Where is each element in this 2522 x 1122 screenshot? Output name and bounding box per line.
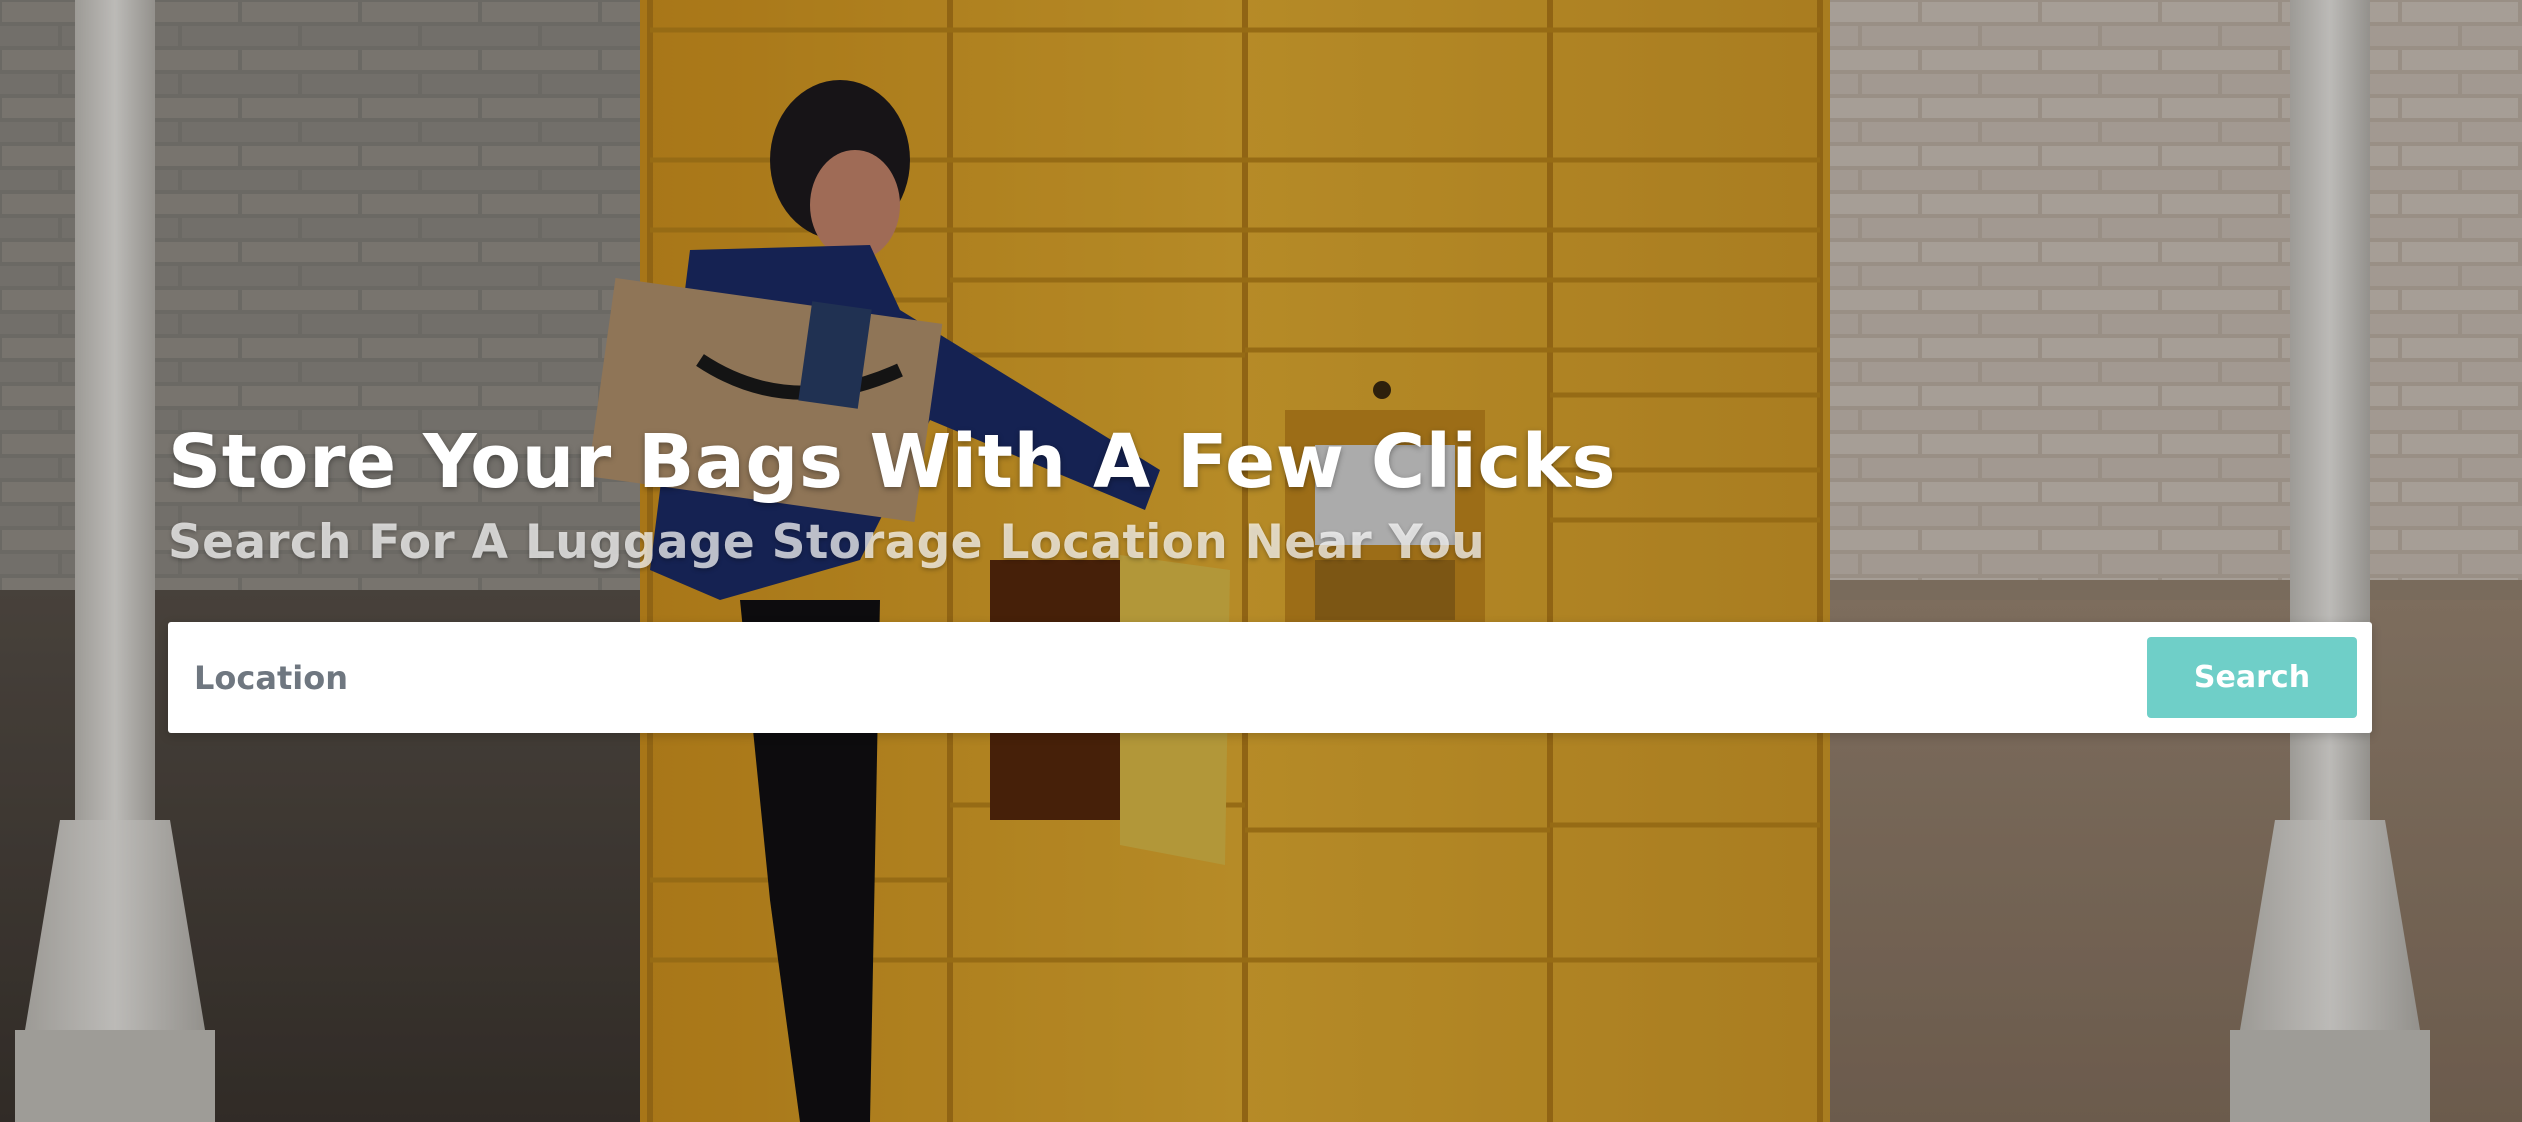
- hero-section: Store Your Bags With A Few Clicks Search…: [0, 0, 2522, 1122]
- hero-content: Store Your Bags With A Few Clicks Search…: [168, 412, 2372, 574]
- hero-subtitle: Search For A Luggage Storage Location Ne…: [168, 515, 1485, 570]
- hero-title: Store Your Bags With A Few Clicks: [168, 419, 1617, 505]
- location-search-form: Search: [168, 622, 2372, 733]
- location-input[interactable]: [168, 622, 2128, 733]
- search-button[interactable]: Search: [2147, 637, 2357, 718]
